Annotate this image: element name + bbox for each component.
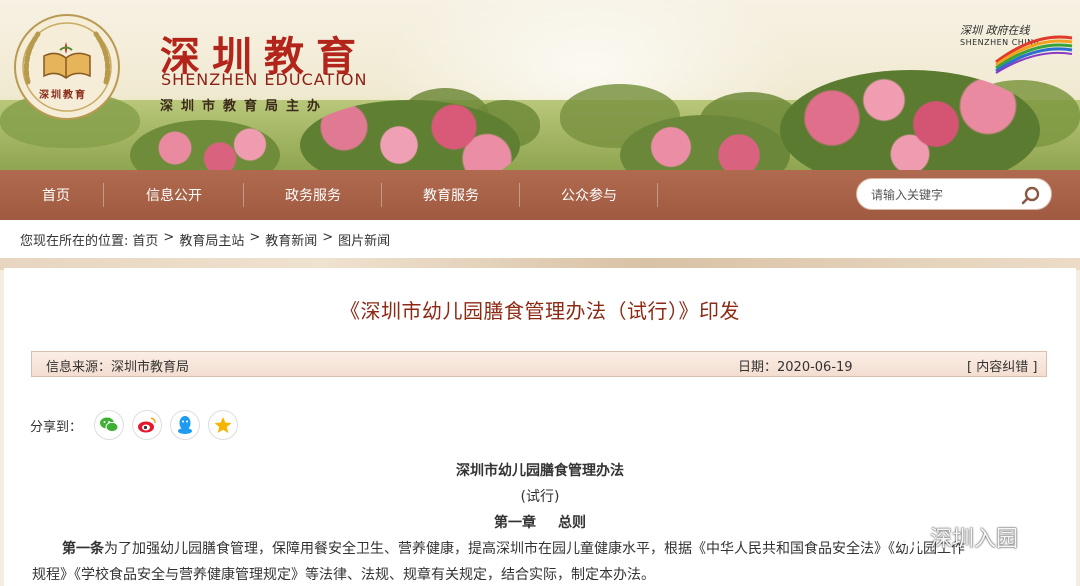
rainbow-ribbon-icon [995,35,1073,74]
breadcrumb-prefix: 您现在所在的位置: [20,234,129,249]
breadcrumb-separator: > [163,230,175,245]
qzone-icon [214,417,232,433]
nav-item-education-services[interactable]: 教育服务 [382,173,520,217]
share-bar: 分享到： [30,410,246,440]
nav-item-label: 政务服务 [285,188,341,204]
article-paragraph-line1: 为了加强幼儿园膳食管理，保障用餐安全卫生、营养健康，提高深圳市在园儿童健康水平，… [104,541,965,557]
nav-item-government-services[interactable]: 政务服务 [244,173,382,217]
breadcrumb-separator: > [322,230,334,245]
article-paragraph-line2: 规程》《学校食品安全与营养健康管理规定》等法律、法规、规章有关规定，结合实际，制… [32,567,655,583]
article-title: 《深圳市幼儿园膳食管理办法（试行）》印发 [340,299,740,323]
share-qq-button[interactable] [170,410,201,440]
qq-icon [178,416,193,434]
search-icon[interactable] [1019,185,1041,207]
chapter-number: 第一章 [494,515,536,531]
wechat-icon [100,417,119,433]
document-subtitle: (试行) [520,489,560,505]
nav-item-public-participation[interactable]: 公众参与 [520,173,658,217]
share-wechat-button[interactable] [94,410,125,440]
header-banner: 深圳教育 深圳教育 SHENZHEN EDUCATION 深圳市教育局主办 深圳… [0,0,1080,170]
wechat-watermark: 深圳入园 [894,520,1074,554]
breadcrumb-separator: > [249,230,261,245]
education-emblem-icon [14,14,120,120]
breadcrumb: 您现在所在的位置: 首页 > 教育局主站 > 教育新闻 > 图片新闻 [20,230,390,249]
nav-item-info-disclosure[interactable]: 信息公开 [104,173,244,217]
breadcrumb-item-home[interactable]: 首页 [132,230,158,249]
article-info-bar: 信息来源：深圳市教育局 日期：2020-06-19 [ 内容纠错 ] [31,351,1047,377]
article-date: 日期：2020-06-19 [738,360,853,375]
breadcrumb-item-main-site[interactable]: 教育局主站 [179,230,244,249]
article-clause-number: 第一条 [62,541,104,557]
watermark-text: 深圳入园 [930,527,1019,552]
article-source: 信息来源：深圳市教育局 [46,360,190,375]
nav-item-label: 信息公开 [146,188,202,204]
emblem-text: 深圳教育 [39,90,87,101]
content-correction-link[interactable]: [ 内容纠错 ] [967,356,1037,375]
share-qzone-button[interactable] [208,410,239,440]
nav-menu: 首页 信息公开 政务服务 教育服务 公众参与 [8,173,658,217]
search-box [856,178,1052,210]
nav-divider [657,183,658,207]
weibo-icon [138,417,156,433]
chapter-name: 总则 [558,515,586,531]
site-sponsor: 深圳市教育局主办 [160,99,329,114]
breadcrumb-item-news[interactable]: 教育新闻 [265,230,317,249]
nav-item-label: 教育服务 [423,188,479,204]
nav-item-label: 公众参与 [561,188,617,204]
share-label: 分享到： [30,419,83,435]
share-weibo-button[interactable] [132,410,163,440]
breadcrumb-item-photo-news[interactable]: 图片新闻 [338,230,390,249]
breadcrumb-bar: 您现在所在的位置: 首页 > 教育局主站 > 教育新闻 > 图片新闻 [0,220,1080,258]
shenzhen-government-logo[interactable]: 深圳 政府在线 SHENZHEN CHINA [956,22,1076,74]
article-paragraph: 第一条为了加强幼儿园膳食管理，保障用餐安全卫生、营养健康，提高深圳市在园儿童健康… [32,536,1034,586]
main-navigation: 首页 信息公开 政务服务 教育服务 公众参与 [0,170,1080,220]
search-input[interactable] [871,185,1011,205]
nav-item-label: 首页 [42,188,70,204]
nav-item-home[interactable]: 首页 [8,173,104,217]
site-name-en: SHENZHEN EDUCATION [161,70,368,89]
document-title: 深圳市幼儿园膳食管理办法 [456,463,624,479]
wechat-watermark-icon [895,526,922,548]
